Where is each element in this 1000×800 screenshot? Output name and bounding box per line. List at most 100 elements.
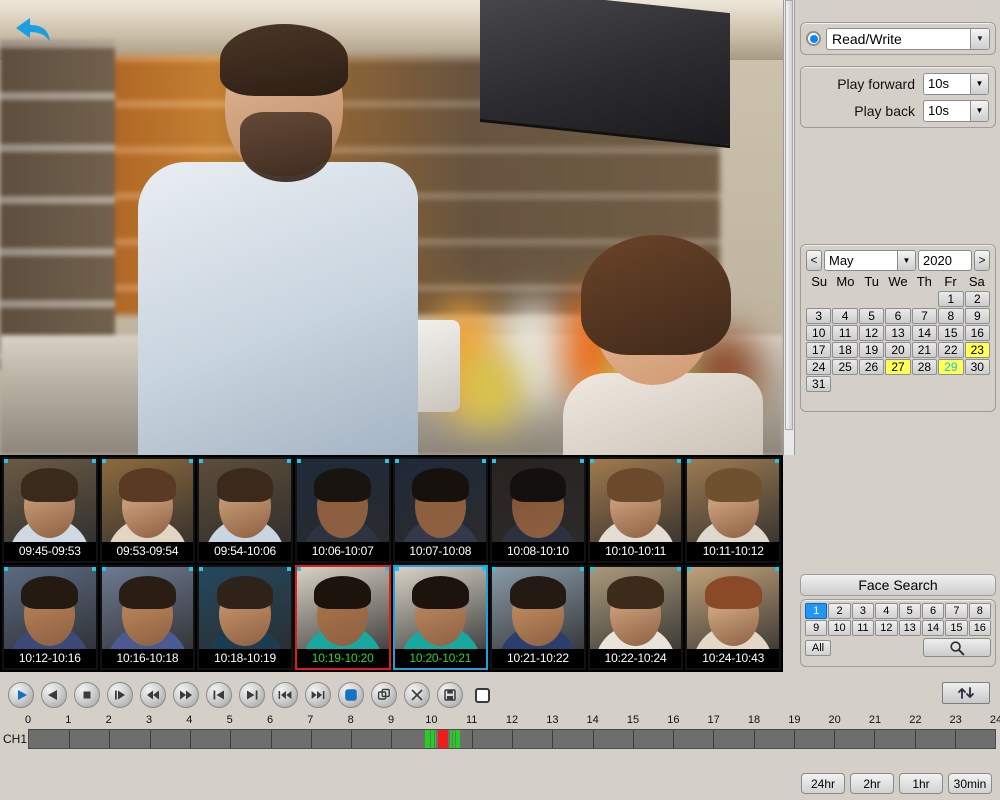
stop-button[interactable]: [74, 682, 100, 708]
face-thumbnail[interactable]: 10:11-10:12: [685, 457, 781, 563]
calendar-day[interactable]: 16: [965, 325, 990, 341]
calendar-day[interactable]: 10: [806, 325, 831, 341]
next-frame-button[interactable]: [239, 682, 265, 708]
step-frame-button[interactable]: [107, 682, 133, 708]
channel-button[interactable]: 5: [899, 603, 921, 619]
calendar-day[interactable]: 30: [965, 359, 990, 375]
calendar-day[interactable]: 6: [885, 308, 910, 324]
play-button[interactable]: [8, 682, 34, 708]
next-file-button[interactable]: [305, 682, 331, 708]
calendar-day[interactable]: 23: [965, 342, 990, 358]
channel-all-button[interactable]: All: [805, 640, 831, 656]
calendar-day[interactable]: 5: [859, 308, 884, 324]
timeline-range-button[interactable]: 30min: [948, 773, 992, 794]
calendar-next-button[interactable]: >: [974, 250, 990, 271]
calendar-day[interactable]: 26: [859, 359, 884, 375]
calendar-day[interactable]: 17: [806, 342, 831, 358]
calendar-day[interactable]: 11: [832, 325, 857, 341]
clip-start-button[interactable]: [338, 682, 364, 708]
calendar-day[interactable]: 25: [832, 359, 857, 375]
face-thumbnail[interactable]: 10:18-10:19: [197, 565, 293, 671]
channel-button[interactable]: 13: [899, 620, 921, 636]
calendar-day[interactable]: 12: [859, 325, 884, 341]
face-thumbnail[interactable]: 09:53-09:54: [100, 457, 196, 563]
previous-file-button[interactable]: [272, 682, 298, 708]
face-thumbnail[interactable]: 10:22-10:24: [588, 565, 684, 671]
calendar-day[interactable]: 22: [938, 342, 963, 358]
stop-square-button[interactable]: [475, 688, 490, 703]
timeline-recording-segment[interactable]: [427, 730, 429, 748]
play-forward-dropdown[interactable]: 10s ▼: [923, 73, 989, 95]
channel-button[interactable]: 6: [922, 603, 944, 619]
timeline-recording-segment[interactable]: [438, 730, 448, 748]
face-thumbnail[interactable]: 09:45-09:53: [2, 457, 98, 563]
face-thumbnail[interactable]: 10:12-10:16: [2, 565, 98, 671]
face-thumbnail[interactable]: 10:24-10:43: [685, 565, 781, 671]
timeline-range-button[interactable]: 1hr: [899, 773, 943, 794]
save-clip-button[interactable]: [437, 682, 463, 708]
face-thumbnail[interactable]: 10:16-10:18: [100, 565, 196, 671]
timeline-recording-segment[interactable]: [435, 730, 437, 748]
face-thumbnail[interactable]: 10:19-10:20: [295, 565, 391, 671]
calendar-day[interactable]: 28: [912, 359, 937, 375]
magnifier-icon[interactable]: [923, 638, 991, 657]
calendar-day[interactable]: 19: [859, 342, 884, 358]
calendar-month-dropdown[interactable]: May ▼: [824, 250, 916, 271]
calendar-prev-button[interactable]: <: [806, 250, 822, 271]
face-thumbnail[interactable]: 10:06-10:07: [295, 457, 391, 563]
refresh-arrows-icon[interactable]: [942, 682, 990, 704]
channel-button[interactable]: 14: [922, 620, 944, 636]
calendar-day[interactable]: 9: [965, 308, 990, 324]
calendar-day[interactable]: 14: [912, 325, 937, 341]
read-write-radio[interactable]: [806, 31, 821, 46]
timeline-recording-segment[interactable]: [425, 730, 427, 748]
calendar-day[interactable]: 31: [806, 376, 831, 392]
chevron-down-icon[interactable]: ▼: [970, 74, 988, 94]
calendar-day[interactable]: 29: [938, 359, 963, 375]
channel-button[interactable]: 9: [805, 620, 827, 636]
play-back-dropdown[interactable]: 10s ▼: [923, 100, 989, 122]
channel-button[interactable]: 4: [875, 603, 897, 619]
calendar-day[interactable]: 7: [912, 308, 937, 324]
channel-button[interactable]: 3: [852, 603, 874, 619]
rewind-button[interactable]: [140, 682, 166, 708]
face-search-title[interactable]: Face Search: [800, 574, 996, 596]
face-thumbnail[interactable]: 10:21-10:22: [490, 565, 586, 671]
timeline-recording-segment[interactable]: [450, 730, 452, 748]
chevron-down-icon[interactable]: ▼: [897, 251, 915, 270]
previous-frame-button[interactable]: [206, 682, 232, 708]
timeline-recording-segment[interactable]: [456, 730, 460, 748]
calendar-day[interactable]: 18: [832, 342, 857, 358]
back-arrow-icon[interactable]: [10, 14, 58, 48]
face-thumbnail[interactable]: 10:10-10:11: [588, 457, 684, 563]
face-thumbnail[interactable]: 10:07-10:08: [393, 457, 489, 563]
channel-button[interactable]: 12: [875, 620, 897, 636]
timeline-range-button[interactable]: 24hr: [801, 773, 845, 794]
channel-button[interactable]: 11: [852, 620, 874, 636]
clip-cut-button[interactable]: [404, 682, 430, 708]
timeline-recording-segment[interactable]: [453, 730, 455, 748]
read-write-dropdown[interactable]: Read/Write ▼: [826, 28, 990, 50]
calendar-year-field[interactable]: 2020: [918, 250, 972, 271]
video-preview[interactable]: [0, 0, 783, 455]
face-thumbnail[interactable]: 10:20-10:21: [393, 565, 489, 671]
channel-button[interactable]: 2: [828, 603, 850, 619]
calendar-day[interactable]: 21: [912, 342, 937, 358]
channel-button[interactable]: 16: [969, 620, 991, 636]
clip-copy-button[interactable]: [371, 682, 397, 708]
video-scrollbar[interactable]: [783, 0, 795, 455]
channel-button[interactable]: 8: [969, 603, 991, 619]
video-scrollbar-thumb[interactable]: [785, 0, 793, 430]
calendar-day[interactable]: 8: [938, 308, 963, 324]
chevron-down-icon[interactable]: ▼: [970, 101, 988, 121]
channel-button[interactable]: 1: [805, 603, 827, 619]
calendar-day[interactable]: 3: [806, 308, 831, 324]
calendar-day[interactable]: 13: [885, 325, 910, 341]
calendar-day[interactable]: 2: [965, 291, 990, 307]
channel-button[interactable]: 10: [828, 620, 850, 636]
face-thumbnail[interactable]: 09:54-10:06: [197, 457, 293, 563]
calendar-day[interactable]: 20: [885, 342, 910, 358]
chevron-down-icon[interactable]: ▼: [970, 29, 989, 49]
calendar-day[interactable]: 15: [938, 325, 963, 341]
channel-button[interactable]: 7: [945, 603, 967, 619]
